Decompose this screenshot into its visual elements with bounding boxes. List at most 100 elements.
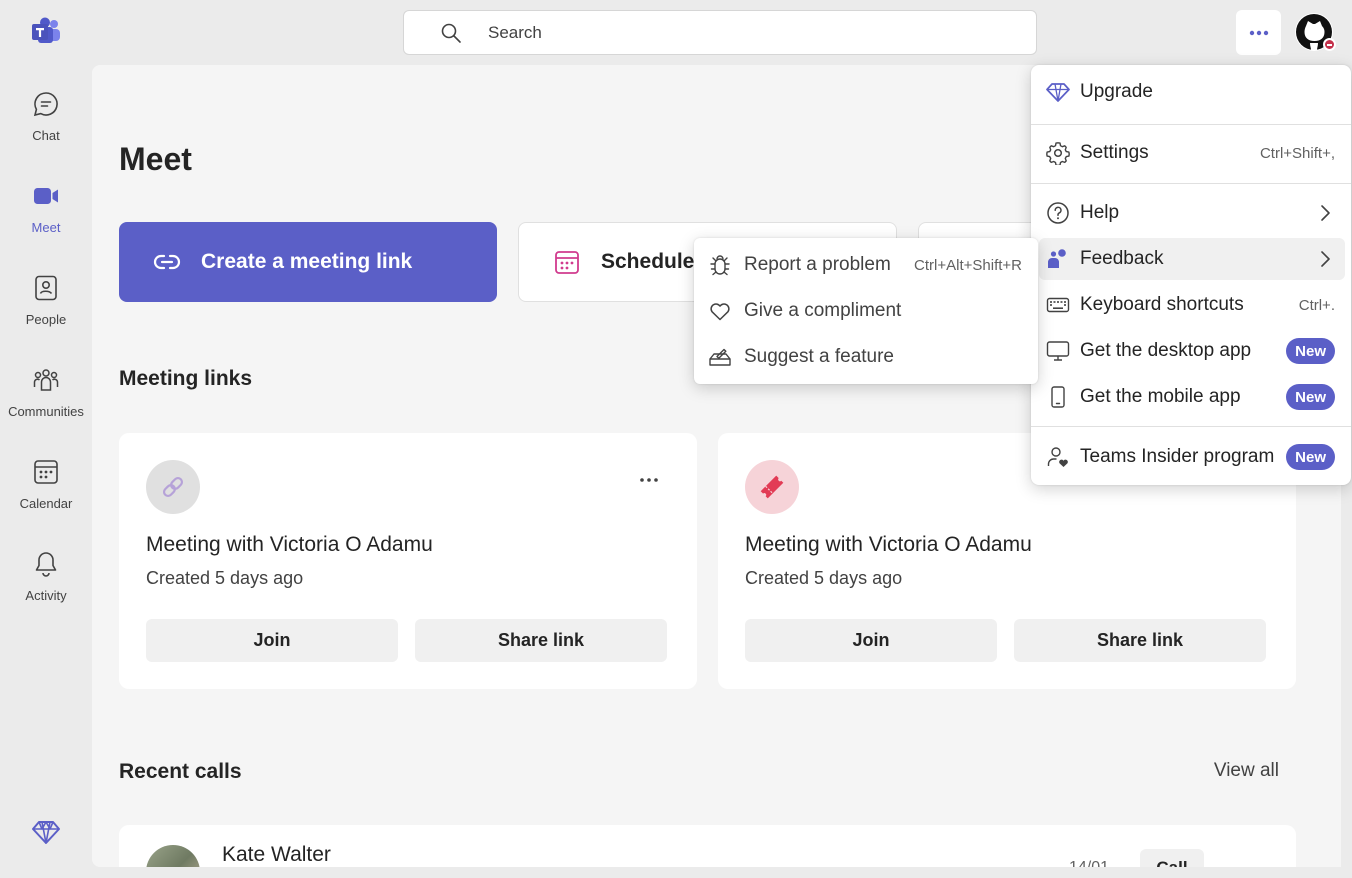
person-heart-icon xyxy=(1046,445,1070,469)
card-more-icon[interactable] xyxy=(639,477,659,483)
desktop-monitor-icon xyxy=(1046,339,1070,363)
new-badge: New xyxy=(1286,444,1335,470)
menu-label: Help xyxy=(1080,202,1120,223)
card-thumbnail xyxy=(745,460,799,514)
gear-icon xyxy=(1046,141,1070,165)
contact-avatar xyxy=(146,845,200,867)
menu-item-keyboard-shortcuts[interactable]: Keyboard shortcuts Ctrl+. xyxy=(1039,284,1345,326)
call-date: 14/01 xyxy=(1069,859,1109,867)
recent-call-row[interactable]: Kate Walter 14/01 Call xyxy=(119,825,1296,867)
rail-label-activity: Activity xyxy=(25,588,67,603)
menu-item-insider-program[interactable]: Teams Insider program New xyxy=(1039,436,1345,478)
card-thumbnail xyxy=(146,460,200,514)
bug-icon xyxy=(708,253,732,277)
rail-item-chat[interactable]: Chat xyxy=(0,74,92,154)
contact-name: Kate Walter xyxy=(222,843,331,866)
ticket-icon xyxy=(760,475,784,499)
menu-label: Teams Insider program xyxy=(1080,446,1275,467)
feedback-icon xyxy=(1046,247,1070,271)
card-subtitle: Created 5 days ago xyxy=(745,568,903,588)
new-badge: New xyxy=(1286,384,1335,410)
share-link-button[interactable]: Share link xyxy=(1014,619,1266,662)
menu-label: Keyboard shortcuts xyxy=(1080,294,1244,315)
menu-divider xyxy=(1031,124,1351,125)
rail-label-people: People xyxy=(25,312,67,327)
premium-diamond-icon[interactable] xyxy=(31,817,61,847)
page-title: Meet xyxy=(119,141,192,177)
chevron-right-icon xyxy=(1321,251,1330,267)
do-not-disturb-status-icon xyxy=(1323,38,1336,51)
contacts-book-icon xyxy=(32,274,60,302)
suggestion-box-icon xyxy=(708,345,732,369)
more-options-button[interactable] xyxy=(1236,10,1281,55)
mobile-phone-icon xyxy=(1046,385,1070,409)
profile-avatar[interactable] xyxy=(1295,13,1336,51)
menu-item-feedback[interactable]: Feedback xyxy=(1039,238,1345,280)
heart-icon xyxy=(708,299,732,323)
menu-label: Get the desktop app xyxy=(1080,340,1252,361)
submenu-label: Give a compliment xyxy=(744,300,902,321)
meeting-links-heading: Meeting links xyxy=(119,367,253,390)
more-dots-icon xyxy=(1249,30,1268,35)
schedule-label: Schedule xyxy=(601,250,695,273)
menu-shortcut: Ctrl+. xyxy=(1298,296,1335,314)
card-title: Meeting with Victoria O Adamu xyxy=(146,533,433,556)
menu-label: Get the mobile app xyxy=(1080,386,1241,407)
link-icon xyxy=(162,476,184,498)
rail-item-people[interactable]: People xyxy=(0,258,92,338)
menu-item-desktop-app[interactable]: Get the desktop app New xyxy=(1039,330,1345,372)
share-link-button[interactable]: Share link xyxy=(415,619,667,662)
settings-dropdown-menu: Upgrade Settings Ctrl+Shift+, Help Feedb… xyxy=(1031,65,1351,485)
menu-divider xyxy=(1031,183,1351,184)
submenu-item-report-problem[interactable]: Report a problem Ctrl+Alt+Shift+R xyxy=(700,245,1032,285)
join-button[interactable]: Join xyxy=(745,619,997,662)
rail-label-calendar: Calendar xyxy=(19,496,73,511)
calendar-icon xyxy=(32,458,60,486)
rail-item-activity[interactable]: Activity xyxy=(0,534,92,614)
teams-logo-icon[interactable] xyxy=(30,16,62,48)
calendar-icon xyxy=(555,251,579,274)
menu-divider xyxy=(1031,426,1351,427)
submenu-item-suggest-feature[interactable]: Suggest a feature xyxy=(700,337,1032,377)
menu-item-mobile-app[interactable]: Get the mobile app New xyxy=(1039,376,1345,418)
menu-label: Feedback xyxy=(1080,248,1164,269)
view-all-link[interactable]: View all xyxy=(1214,760,1279,782)
join-button[interactable]: Join xyxy=(146,619,398,662)
submenu-item-give-compliment[interactable]: Give a compliment xyxy=(700,291,1032,331)
meeting-link-card[interactable]: Meeting with Victoria O Adamu Created 5 … xyxy=(119,433,697,689)
link-icon xyxy=(153,254,181,270)
rail-label-chat: Chat xyxy=(32,128,60,143)
create-meeting-link-button[interactable]: Create a meeting link xyxy=(119,222,497,302)
search-placeholder: Search xyxy=(488,22,542,42)
video-camera-icon xyxy=(32,182,60,210)
feedback-submenu: Report a problem Ctrl+Alt+Shift+R Give a… xyxy=(694,238,1038,384)
submenu-shortcut: Ctrl+Alt+Shift+R xyxy=(914,256,1022,274)
diamond-icon xyxy=(1046,80,1070,104)
rail-label-communities: Communities xyxy=(8,404,84,419)
create-meeting-link-label: Create a meeting link xyxy=(201,250,413,273)
communities-icon xyxy=(32,366,60,394)
menu-item-help[interactable]: Help xyxy=(1039,192,1345,234)
search-icon xyxy=(441,23,461,43)
menu-shortcut: Ctrl+Shift+, xyxy=(1259,144,1335,162)
submenu-label: Report a problem xyxy=(744,254,891,275)
call-button[interactable]: Call xyxy=(1140,849,1204,867)
rail-item-calendar[interactable]: Calendar xyxy=(0,442,92,522)
app-rail: Chat Meet People Communities Calendar Ac… xyxy=(0,0,92,878)
search-box[interactable]: Search xyxy=(403,10,1037,55)
chevron-right-icon xyxy=(1321,205,1330,221)
keyboard-icon xyxy=(1046,293,1070,317)
menu-label: Settings xyxy=(1080,142,1149,163)
menu-item-settings[interactable]: Settings Ctrl+Shift+, xyxy=(1039,132,1345,174)
recent-calls-heading: Recent calls xyxy=(119,760,242,783)
bell-icon xyxy=(32,550,60,578)
chat-icon xyxy=(32,90,60,118)
rail-label-meet: Meet xyxy=(31,220,61,235)
card-subtitle: Created 5 days ago xyxy=(146,568,304,588)
card-title: Meeting with Victoria O Adamu xyxy=(745,533,1032,556)
help-circle-icon xyxy=(1046,201,1070,225)
rail-item-communities[interactable]: Communities xyxy=(0,350,92,430)
rail-item-meet[interactable]: Meet xyxy=(0,166,92,246)
menu-item-upgrade[interactable]: Upgrade xyxy=(1039,71,1345,113)
menu-label: Upgrade xyxy=(1080,81,1153,102)
